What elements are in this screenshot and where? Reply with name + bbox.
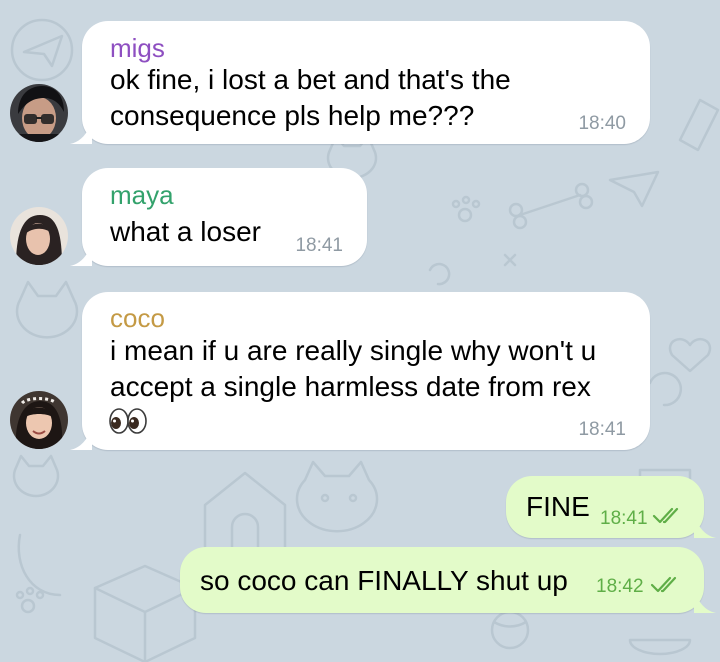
message-time: 18:41 [600,508,648,529]
message-text-line: so coco can FINALLY shut up [200,565,568,596]
message-bubble-outgoing[interactable]: FINE 18:41 [506,476,716,538]
sender-name[interactable]: coco [110,303,165,333]
message-time: 18:40 [578,113,626,134]
message-bubble-outgoing[interactable]: so coco can FINALLY shut up 18:42 [180,547,716,613]
avatar-maya[interactable] [10,207,68,265]
message-time: 18:42 [596,576,644,597]
sender-name[interactable]: maya [110,180,174,210]
message-text-line: i mean if u are really single why won't … [110,335,597,366]
message-text-line: FINE [526,491,590,522]
sender-name[interactable]: migs [110,33,165,63]
read-checkmarks-icon [652,507,679,524]
bubble-tail [694,514,716,538]
avatar-migs[interactable] [10,84,68,142]
bubble-tail [70,120,92,144]
bubble-tail [694,589,716,613]
message-bubble-coco[interactable]: coco i mean if u are really single why w… [70,292,650,450]
bubble-tail [70,242,92,266]
message-time: 18:41 [295,235,343,256]
message-text-line: consequence pls help me??? [110,100,475,131]
read-checkmarks-icon [650,576,677,593]
message-time: 18:41 [578,419,626,440]
message-bubble-maya[interactable]: maya what a loser 18:41 [70,168,367,266]
message-text-line: accept a single harmless date from rex [110,371,591,402]
chat-view: migs ok fine, i lost a bet and that's th… [0,0,720,662]
message-bubble-migs[interactable]: migs ok fine, i lost a bet and that's th… [70,21,650,144]
eyes-emoji [109,408,147,434]
avatar-coco[interactable] [10,391,68,449]
bubble-tail [70,426,92,450]
message-text-line: ok fine, i lost a bet and that's the [110,64,511,95]
message-text-line: what a loser [110,216,261,247]
